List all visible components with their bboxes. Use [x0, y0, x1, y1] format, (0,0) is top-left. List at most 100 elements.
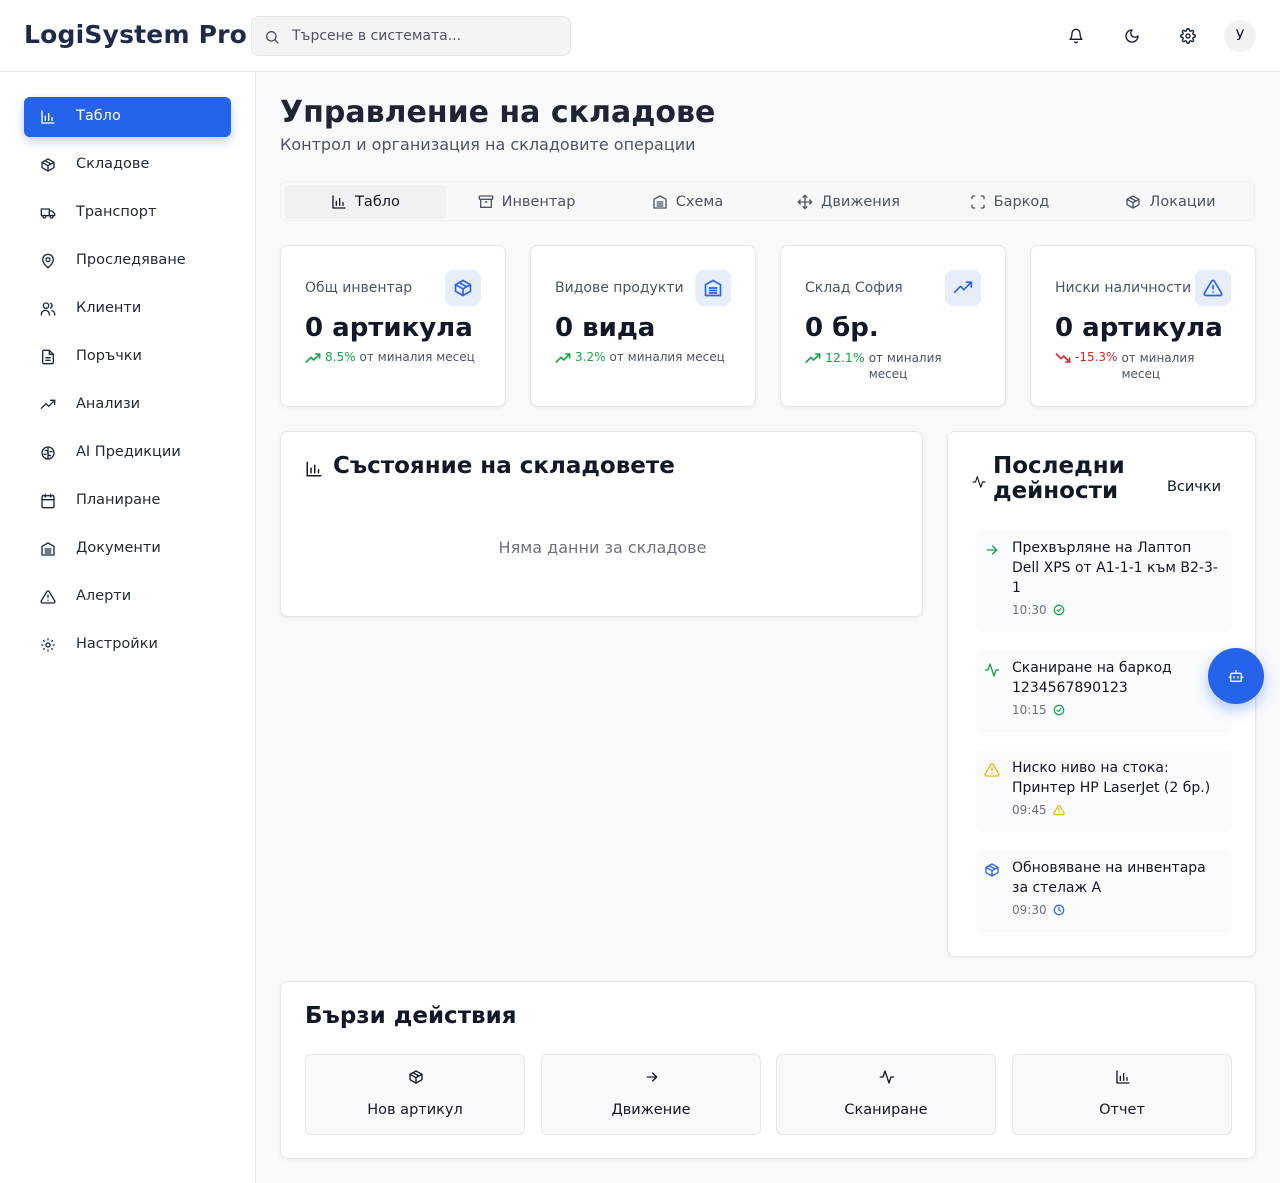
user-avatar[interactable]: У: [1224, 20, 1256, 52]
bell-icon: [1068, 28, 1084, 44]
warehouse-state-panel: Състояние на складовете Няма данни за ск…: [280, 431, 923, 617]
trending-up-icon: [805, 352, 821, 364]
search-box[interactable]: [251, 16, 571, 56]
trending-down-icon: [1055, 352, 1071, 364]
scan-button[interactable]: Сканиране: [776, 1054, 996, 1135]
page-title: Управление на складове: [280, 95, 716, 130]
sidebar-item-label: AI Предикции: [76, 444, 181, 460]
sidebar-item-documents[interactable]: Документи: [24, 529, 231, 569]
stat-suffix: от миналия месец: [359, 350, 475, 364]
sidebar-item-transport[interactable]: Транспорт: [24, 193, 231, 233]
tab-barcode[interactable]: Баркод: [929, 185, 1090, 219]
sidebar-item-analytics[interactable]: Анализи: [24, 385, 231, 425]
stat-percent: -15.3%: [1075, 350, 1118, 364]
stat-value: 0 артикула: [1055, 313, 1223, 343]
new-item-button[interactable]: Нов артикул: [305, 1054, 525, 1135]
move-icon: [797, 194, 813, 210]
stat-trend: 8.5% от миналия месец: [305, 350, 485, 364]
sidebar-item-label: Планиране: [76, 492, 161, 508]
trending-up-icon: [555, 352, 571, 364]
activity-time-row: 10:15: [1012, 703, 1065, 717]
sidebar-item-dashboard[interactable]: Табло: [24, 97, 231, 137]
activity-time: 10:15: [1012, 703, 1047, 717]
map-pin-icon: [40, 253, 56, 269]
tab-label: Инвентар: [501, 194, 576, 210]
stat-card-total-inventory: Общ инвентар 0 артикула 8.5% от миналия …: [280, 245, 506, 407]
sidebar-item-ai-predictions[interactable]: AI Предикции: [24, 433, 231, 473]
activity-time: 09:45: [1012, 803, 1047, 817]
activity-time: 10:30: [1012, 603, 1047, 617]
stat-value: 0 артикула: [305, 313, 473, 343]
activity-item[interactable]: Ниско ниво на стока: Принтер HP LaserJet…: [976, 750, 1232, 832]
stat-card-low-stock: Ниски наличности 0 артикула -15.3% от ми…: [1030, 245, 1256, 407]
sidebar-item-label: Клиенти: [76, 300, 142, 316]
bar-chart-icon: [1115, 1069, 1131, 1085]
settings-button[interactable]: [1176, 24, 1200, 48]
arrow-right-icon: [984, 542, 1000, 558]
sidebar-item-settings[interactable]: Настройки: [24, 625, 231, 665]
activity-text: Обновяване на инвентара за стелаж A: [1012, 860, 1206, 896]
sidebar-item-tracking[interactable]: Проследяване: [24, 241, 231, 281]
sidebar-item-orders[interactable]: Поръчки: [24, 337, 231, 377]
ai-assistant-button[interactable]: [1208, 648, 1264, 704]
tab-label: Табло: [355, 194, 400, 210]
truck-icon: [40, 205, 56, 221]
sidebar-item-label: Поръчки: [76, 348, 142, 364]
sidebar-item-label: Анализи: [76, 396, 141, 412]
clock-icon: [1053, 904, 1065, 916]
warehouse-icon: [652, 194, 668, 210]
stat-percent: 8.5%: [325, 350, 356, 364]
sidebar-item-warehouses[interactable]: Складове: [24, 145, 231, 185]
activity-text: Сканиране на баркод 1234567890123: [1012, 660, 1172, 696]
activity-icon: [972, 475, 986, 489]
gear-icon: [40, 637, 56, 653]
package-icon: [984, 862, 1000, 878]
button-label: Нов артикул: [367, 1102, 463, 1118]
button-label: Движение: [611, 1102, 691, 1118]
bot-icon: [1228, 668, 1244, 684]
tab-dashboard[interactable]: Табло: [285, 185, 446, 219]
sidebar-item-label: Алерти: [76, 588, 132, 604]
activity-item[interactable]: Прехвърляне на Лаптоп Dell XPS от A1-1-1…: [976, 530, 1232, 632]
report-button[interactable]: Отчет: [1012, 1054, 1232, 1135]
theme-toggle-button[interactable]: [1120, 24, 1144, 48]
button-label: Отчет: [1099, 1102, 1145, 1118]
movement-button[interactable]: Движение: [541, 1054, 761, 1135]
scan-icon: [970, 194, 986, 210]
stat-card-product-types: Видове продукти 0 вида 3.2% от миналия м…: [530, 245, 756, 407]
warehouse-icon: [703, 278, 723, 298]
trending-up-icon: [40, 397, 56, 413]
stat-percent: 3.2%: [575, 350, 606, 364]
tab-schema[interactable]: Схема: [607, 185, 768, 219]
brand-logo[interactable]: LogiSystem Pro: [24, 20, 247, 49]
activity-icon: [984, 662, 1000, 678]
sidebar-item-alerts[interactable]: Алерти: [24, 577, 231, 617]
stat-icon-box: [695, 270, 731, 306]
bar-chart-icon: [331, 194, 347, 210]
check-circle-icon: [1053, 604, 1065, 616]
stat-value: 0 бр.: [805, 313, 879, 343]
search-input[interactable]: [292, 17, 562, 55]
alert-triangle-icon: [40, 589, 56, 605]
calendar-icon: [40, 493, 56, 509]
panel-title: Бързи действия: [305, 1003, 517, 1029]
tab-locations[interactable]: Локации: [1090, 185, 1251, 219]
sidebar-item-label: Документи: [76, 540, 161, 556]
stat-icon-box: [1195, 270, 1231, 306]
sidebar-item-clients[interactable]: Клиенти: [24, 289, 231, 329]
notifications-button[interactable]: [1064, 24, 1088, 48]
package-icon: [453, 278, 473, 298]
activity-item[interactable]: Сканиране на баркод 1234567890123 10:15: [976, 650, 1232, 732]
alert-triangle-icon: [1203, 278, 1223, 298]
tab-label: Баркод: [993, 194, 1050, 210]
stat-percent: 12.1%: [825, 350, 865, 365]
activity-time: 09:30: [1012, 903, 1047, 917]
archive-icon: [40, 541, 56, 557]
view-all-button[interactable]: Всички: [1158, 470, 1230, 504]
bar-chart-icon: [305, 460, 323, 478]
file-text-icon: [40, 349, 56, 365]
sidebar-item-planning[interactable]: Планиране: [24, 481, 231, 521]
tab-movements[interactable]: Движения: [768, 185, 929, 219]
tab-inventory[interactable]: Инвентар: [446, 185, 607, 219]
activity-item[interactable]: Обновяване на инвентара за стелаж A 09:3…: [976, 850, 1232, 932]
